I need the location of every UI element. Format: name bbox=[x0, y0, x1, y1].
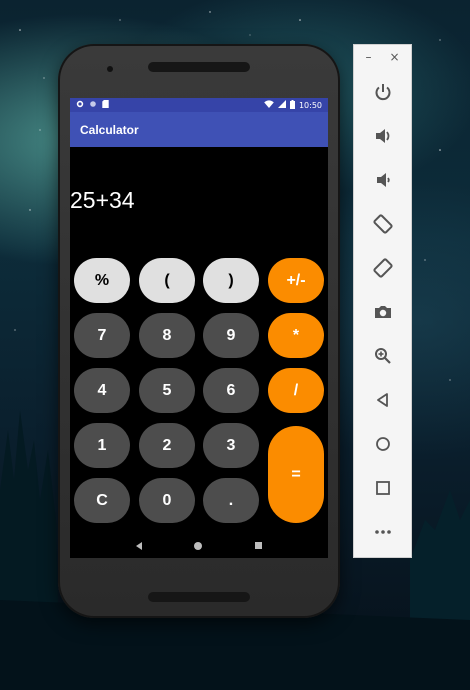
home-icon[interactable] bbox=[353, 426, 412, 462]
eight-button[interactable]: 8 bbox=[139, 313, 195, 358]
back-icon[interactable] bbox=[353, 382, 412, 418]
navigation-bar bbox=[70, 533, 328, 558]
calculator-display: 25+34 bbox=[70, 187, 135, 213]
bottom-speaker bbox=[148, 592, 250, 602]
nav-back-icon[interactable] bbox=[136, 541, 143, 550]
close-button[interactable]: × bbox=[389, 50, 399, 64]
five-button[interactable]: 5 bbox=[139, 368, 195, 413]
close-paren-button[interactable]: ) bbox=[203, 258, 259, 303]
multiply-button[interactable]: * bbox=[268, 313, 324, 358]
nine-button[interactable]: 9 bbox=[203, 313, 259, 358]
camera-icon[interactable] bbox=[353, 294, 412, 330]
seven-button[interactable]: 7 bbox=[74, 313, 130, 358]
one-button[interactable]: 1 bbox=[74, 423, 130, 468]
volume-up-icon[interactable] bbox=[353, 118, 412, 154]
decimal-button[interactable]: . bbox=[203, 478, 259, 523]
minimize-button[interactable]: – bbox=[365, 50, 371, 64]
nav-recents-icon[interactable] bbox=[254, 542, 262, 549]
phone-device: 10:50 Calculator 25+34 % ( ) +/- 7 8 9 *… bbox=[58, 44, 340, 618]
app-bar: Calculator bbox=[70, 112, 328, 147]
rotate-right-icon[interactable] bbox=[353, 250, 412, 286]
settings-icon bbox=[76, 100, 84, 110]
three-button[interactable]: 3 bbox=[203, 423, 259, 468]
phone-screen: 10:50 Calculator 25+34 % ( ) +/- 7 8 9 *… bbox=[70, 98, 328, 558]
zoom-icon[interactable] bbox=[353, 338, 412, 374]
wifi-icon bbox=[264, 100, 274, 110]
percent-button[interactable]: % bbox=[74, 258, 130, 303]
emulator-window-controls: – × bbox=[353, 44, 412, 70]
volume-down-icon[interactable] bbox=[353, 162, 412, 198]
status-time: 10:50 bbox=[298, 100, 322, 110]
app-title: Calculator bbox=[80, 122, 139, 137]
overview-icon[interactable] bbox=[353, 470, 412, 506]
six-button[interactable]: 6 bbox=[203, 368, 259, 413]
four-button[interactable]: 4 bbox=[74, 368, 130, 413]
front-camera bbox=[107, 66, 113, 72]
divide-button[interactable]: / bbox=[268, 368, 324, 413]
signal-icon bbox=[277, 100, 286, 110]
battery-icon bbox=[289, 99, 295, 111]
status-bar: 10:50 bbox=[70, 98, 328, 112]
more-icon[interactable] bbox=[353, 514, 412, 550]
two-button[interactable]: 2 bbox=[139, 423, 195, 468]
equals-button[interactable]: = bbox=[268, 426, 324, 523]
clear-button[interactable]: C bbox=[74, 478, 130, 523]
sd-card-icon bbox=[102, 100, 109, 110]
zero-button[interactable]: 0 bbox=[139, 478, 195, 523]
open-paren-button[interactable]: ( bbox=[139, 258, 195, 303]
emulator-toolbar: – × bbox=[353, 44, 412, 558]
top-speaker bbox=[148, 62, 250, 72]
rotate-left-icon[interactable] bbox=[353, 206, 412, 242]
plus-minus-button[interactable]: +/- bbox=[268, 258, 324, 303]
sync-icon bbox=[89, 100, 97, 110]
nav-home-icon[interactable] bbox=[194, 541, 203, 550]
power-icon[interactable] bbox=[353, 74, 412, 110]
